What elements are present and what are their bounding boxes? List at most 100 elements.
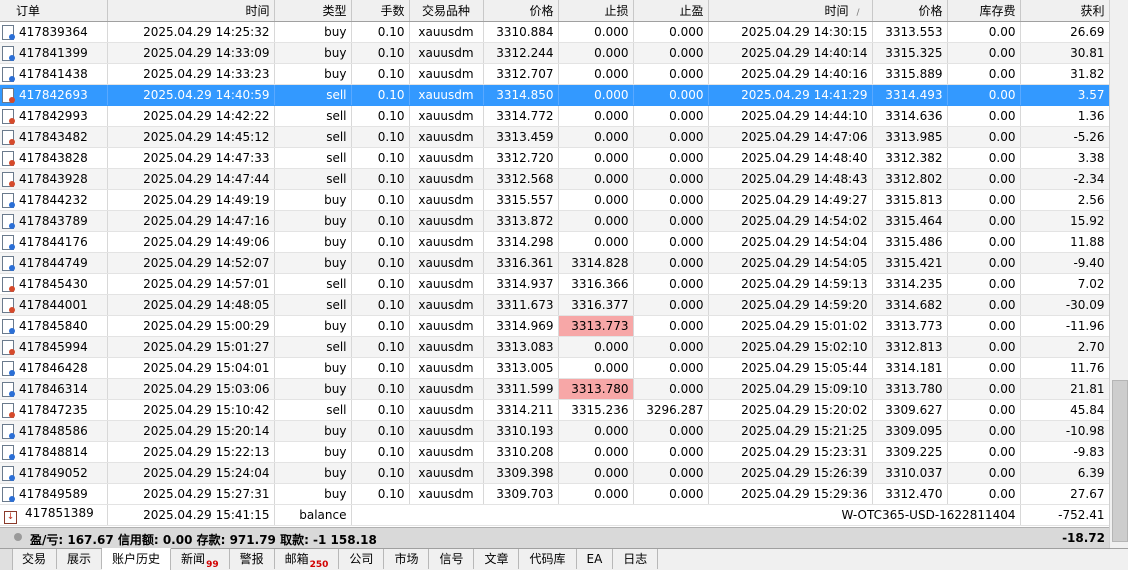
cell-close-time: 2025.04.29 14:49:27 <box>708 189 873 211</box>
table-row[interactable]: 417843828 2025.04.29 14:47:33 sell 0.10 xauu… <box>0 147 1110 169</box>
table-row[interactable]: 417844001 2025.04.29 14:48:05 sell 0.10 xauu… <box>0 294 1110 316</box>
col-header-profit[interactable]: 获利 <box>1020 0 1110 22</box>
tab-8[interactable]: 市场 <box>384 549 430 569</box>
tab-9[interactable]: 信号 <box>429 549 475 569</box>
cell-lots: 0.10 <box>351 210 410 232</box>
tab-2[interactable]: 展示 <box>57 549 103 569</box>
buy-order-icon <box>2 319 15 334</box>
buy-order-icon <box>2 46 15 61</box>
buy-order-icon <box>2 382 15 397</box>
summary-total: -18.72 <box>1062 531 1105 545</box>
cell-symbol: xauusdm <box>409 147 484 169</box>
cell-ticket: 417844176 <box>0 231 108 253</box>
table-row[interactable]: 417847235 2025.04.29 15:10:42 sell 0.10 xauu… <box>0 399 1110 421</box>
col-header-close-price[interactable]: 价格 <box>872 0 948 22</box>
table-row[interactable]: 417849052 2025.04.29 15:24:04 buy 0.10 xauus… <box>0 462 1110 484</box>
table-row[interactable]: 417845994 2025.04.29 15:01:27 sell 0.10 xauu… <box>0 336 1110 358</box>
cell-close-price: 3315.464 <box>872 210 948 232</box>
col-header-sl[interactable]: 止损 <box>558 0 634 22</box>
cell-profit: 3.57 <box>1020 84 1110 106</box>
tab-list: 交易 展示 账户历史 新闻99 警报 邮箱250 公司 市场 信号 文章 代码库 EA 日志 <box>12 548 659 570</box>
summary-text: 盈/亏: 167.67 信用额: 0.00 存款: 971.79 取款: -1 … <box>30 533 377 547</box>
ticket-number: 417843789 <box>19 214 88 228</box>
table-row[interactable]: 417844176 2025.04.29 14:49:06 buy 0.10 xauus… <box>0 231 1110 253</box>
table-row[interactable]: 417848586 2025.04.29 15:20:14 buy 0.10 xauus… <box>0 420 1110 442</box>
tab-3[interactable]: 账户历史 <box>102 548 172 570</box>
tab-4[interactable]: 新闻99 <box>171 549 230 570</box>
table-row[interactable]: 417845430 2025.04.29 14:57:01 sell 0.10 xauu… <box>0 273 1110 295</box>
cell-sl: 0.000 <box>558 84 634 106</box>
table-row[interactable]: 417845840 2025.04.29 15:00:29 buy 0.10 xauus… <box>0 315 1110 337</box>
table-row[interactable]: 417842993 2025.04.29 14:42:22 sell 0.10 xauu… <box>0 105 1110 127</box>
cell-close-price: 3314.682 <box>872 294 948 316</box>
cell-open-time: 2025.04.29 14:47:16 <box>107 210 275 232</box>
table-row[interactable]: 417846314 2025.04.29 15:03:06 buy 0.10 xauus… <box>0 378 1110 400</box>
cell-swap: 0.00 <box>947 189 1021 211</box>
col-header-type[interactable]: 类型 <box>274 0 352 22</box>
col-header-symbol[interactable]: 交易品种 <box>409 0 484 22</box>
table-row[interactable]: 417842693 2025.04.29 14:40:59 sell 0.10 xauu… <box>0 84 1110 106</box>
table-header-row: 订单 时间 类型 手数 交易品种 价格 止损 止盈 时间 / 价格 库存费 获利 <box>0 0 1110 22</box>
table-row[interactable]: 417839364 2025.04.29 14:25:32 buy 0.10 xauus… <box>0 21 1110 43</box>
buy-order-icon <box>2 256 15 271</box>
cell-symbol: xauusdm <box>409 315 484 337</box>
tab-label: 日志 <box>623 552 648 566</box>
table-row[interactable]: 417846428 2025.04.29 15:04:01 buy 0.10 xauus… <box>0 357 1110 379</box>
cell-tp: 0.000 <box>633 147 709 169</box>
col-header-ticket[interactable]: 订单 <box>0 0 108 22</box>
cell-swap: 0.00 <box>947 168 1021 190</box>
cell-close-price: 3314.181 <box>872 357 948 379</box>
cell-open-price: 3313.872 <box>483 210 559 232</box>
cell-sl: 0.000 <box>558 147 634 169</box>
table-row[interactable]: 417848814 2025.04.29 15:22:13 buy 0.10 xauus… <box>0 441 1110 463</box>
col-header-swap[interactable]: 库存费 <box>947 0 1021 22</box>
tab-13[interactable]: 日志 <box>613 549 659 569</box>
cell-ticket: 417843789 <box>0 210 108 232</box>
cell-symbol: xauusdm <box>409 231 484 253</box>
table-row[interactable]: 417843789 2025.04.29 14:47:16 buy 0.10 xauus… <box>0 210 1110 232</box>
tab-6[interactable]: 邮箱250 <box>275 549 340 570</box>
tab-12[interactable]: EA <box>577 549 614 569</box>
table-row[interactable]: 417843928 2025.04.29 14:47:44 sell 0.10 xauu… <box>0 168 1110 190</box>
ticket-number: 417846428 <box>19 361 88 375</box>
table-row[interactable]: 417843482 2025.04.29 14:45:12 sell 0.10 xauu… <box>0 126 1110 148</box>
cell-profit: 6.39 <box>1020 462 1110 484</box>
col-header-open-time[interactable]: 时间 <box>107 0 275 22</box>
cell-lots: 0.10 <box>351 42 410 64</box>
cell-profit: 11.88 <box>1020 231 1110 253</box>
table-row[interactable]: 417844749 2025.04.29 14:52:07 buy 0.10 xauus… <box>0 252 1110 274</box>
col-header-tp[interactable]: 止盈 <box>633 0 709 22</box>
table-row[interactable]: 417841438 2025.04.29 14:33:23 buy 0.10 xauus… <box>0 63 1110 85</box>
cell-swap: 0.00 <box>947 42 1021 64</box>
cell-open-time: 2025.04.29 14:47:33 <box>107 147 275 169</box>
cell-open-time: 2025.04.29 15:00:29 <box>107 315 275 337</box>
cell-open-time: 2025.04.29 15:04:01 <box>107 357 275 379</box>
cell-profit: -5.26 <box>1020 126 1110 148</box>
vertical-scrollbar[interactable] <box>1109 0 1128 548</box>
col-header-open-price[interactable]: 价格 <box>483 0 559 22</box>
tab-11[interactable]: 代码库 <box>519 549 577 569</box>
col-header-close-time[interactable]: 时间 / <box>708 0 873 22</box>
cell-ticket: 417845994 <box>0 336 108 358</box>
col-header-lots[interactable]: 手数 <box>351 0 410 22</box>
cell-close-price: 3314.493 <box>872 84 948 106</box>
buy-order-icon <box>2 235 15 250</box>
cell-profit: -9.83 <box>1020 441 1110 463</box>
tab-7[interactable]: 公司 <box>339 549 385 569</box>
table-row[interactable]: 417844232 2025.04.29 14:49:19 buy 0.10 xauus… <box>0 189 1110 211</box>
table-row[interactable]: 417841399 2025.04.29 14:33:09 buy 0.10 xauus… <box>0 42 1110 64</box>
cell-tp: 0.000 <box>633 42 709 64</box>
cell-tp: 0.000 <box>633 126 709 148</box>
ticket-number: 417839364 <box>19 25 88 39</box>
tab-10[interactable]: 文章 <box>474 549 520 569</box>
scrollbar-thumb[interactable] <box>1112 380 1128 542</box>
buy-order-icon <box>2 67 15 82</box>
tab-5[interactable]: 警报 <box>230 549 275 569</box>
cell-type: buy <box>274 252 352 274</box>
table-row[interactable]: 417849589 2025.04.29 15:27:31 buy 0.10 xauus… <box>0 483 1110 505</box>
cell-open-price: 3311.599 <box>483 378 559 400</box>
cell-sl: 0.000 <box>558 189 634 211</box>
tab-1[interactable]: 交易 <box>12 549 58 569</box>
cell-open-price: 3314.772 <box>483 105 559 127</box>
balance-row[interactable]: ↓ 417851389 2025.04.29 15:41:15 balance W-OT… <box>0 504 1110 526</box>
